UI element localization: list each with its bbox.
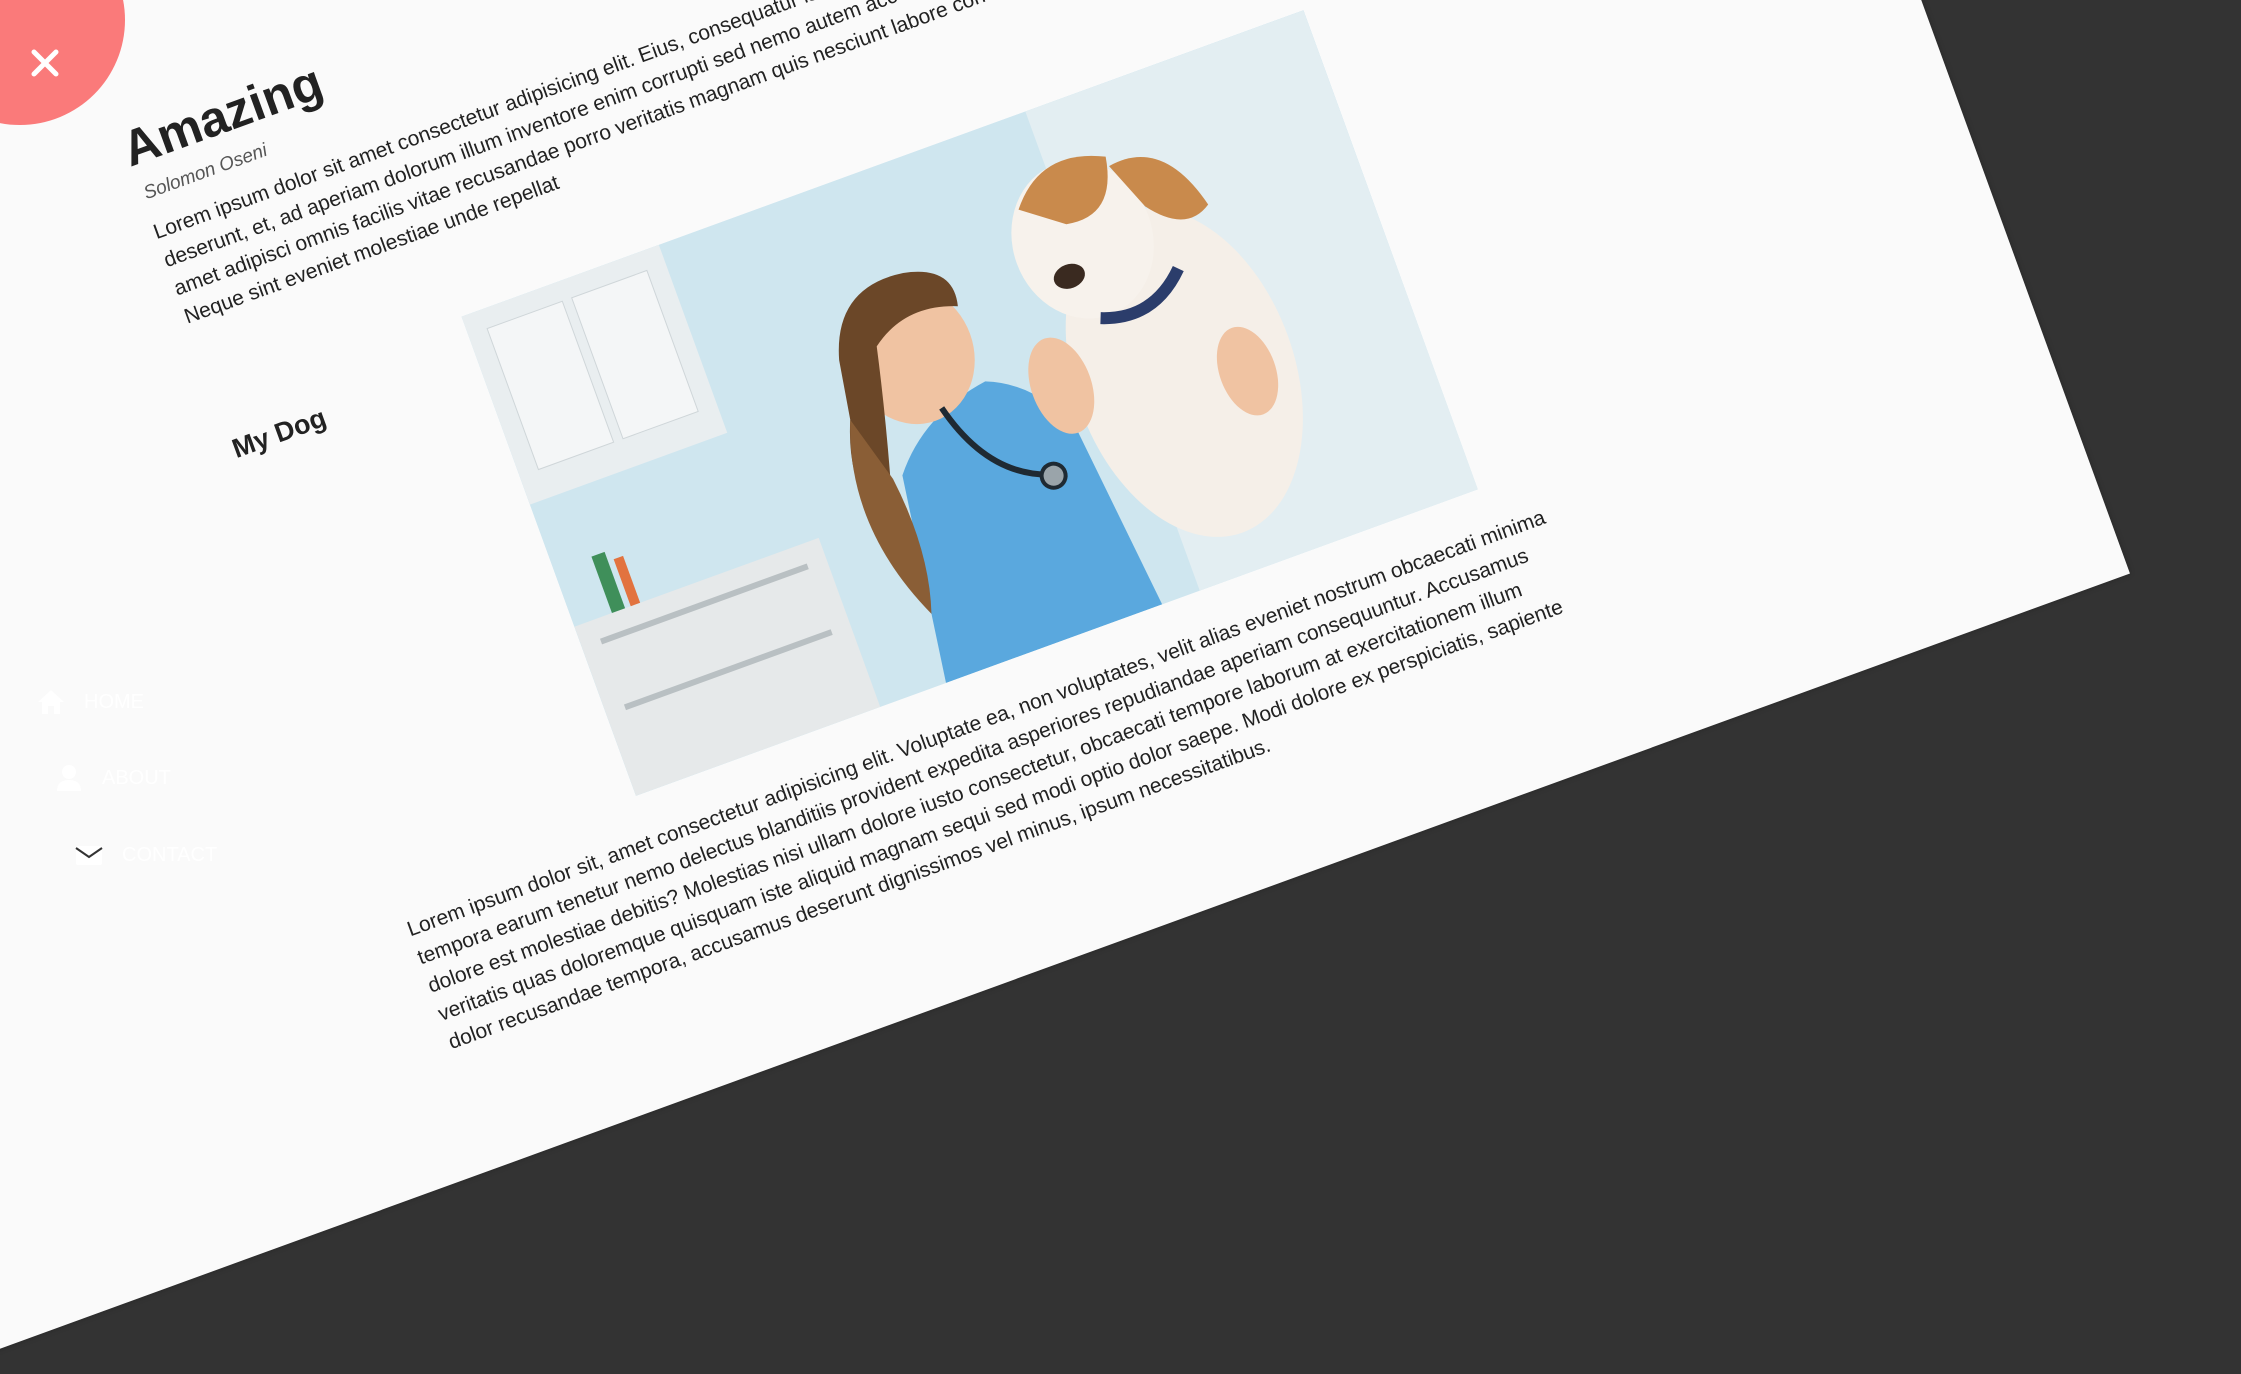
article-content: Amazing Solomon Oseni Lorem ipsum dolor … xyxy=(115,0,1566,1054)
home-icon xyxy=(36,687,66,717)
rotated-article-page: Amazing Solomon Oseni Lorem ipsum dolor … xyxy=(0,0,2130,1374)
nav-item-contact[interactable]: CONTACT xyxy=(74,840,217,870)
nav-item-label: ABOUT xyxy=(102,766,171,789)
side-navigation: HOME ABOUT CONTACT xyxy=(0,0,260,1277)
nav-item-home[interactable]: HOME xyxy=(36,687,144,717)
user-icon xyxy=(54,763,84,793)
nav-item-label: CONTACT xyxy=(122,843,218,866)
nav-item-label: HOME xyxy=(84,690,144,713)
envelope-icon xyxy=(74,840,104,870)
nav-item-about[interactable]: ABOUT xyxy=(54,763,171,793)
